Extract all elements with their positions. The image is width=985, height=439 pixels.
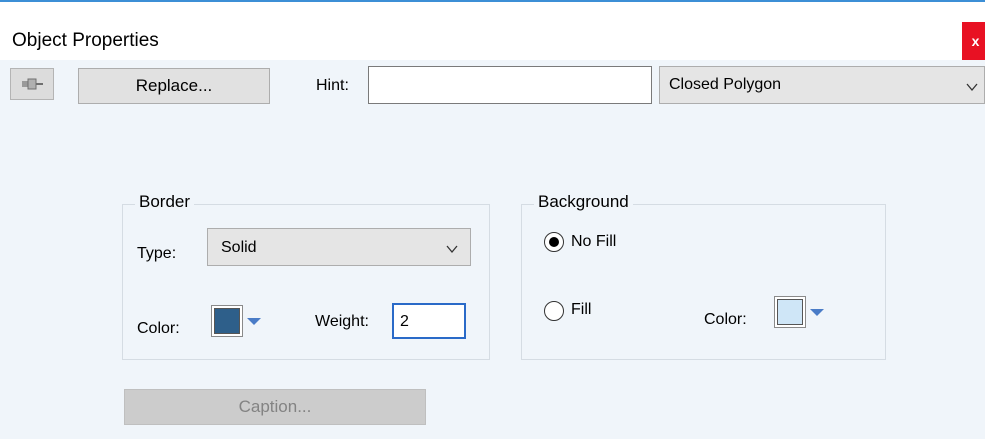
title-bar: Object Properties x [0, 2, 985, 62]
background-group [521, 204, 886, 360]
shape-type-value: Closed Polygon [669, 76, 782, 93]
chevron-down-icon [966, 83, 978, 92]
border-type-value: Solid [221, 239, 257, 256]
chevron-down-icon [446, 245, 458, 254]
window-title: Object Properties [12, 30, 159, 51]
dropdown-arrow-icon [810, 309, 824, 316]
border-color-picker[interactable] [211, 305, 261, 337]
dropdown-arrow-icon [247, 318, 261, 325]
background-color-fill [777, 299, 803, 325]
shape-type-dropdown[interactable]: Closed Polygon [659, 66, 985, 104]
border-type-dropdown[interactable]: Solid [207, 228, 471, 266]
border-color-swatch [211, 305, 243, 337]
background-color-picker[interactable] [774, 296, 824, 328]
weight-label: Weight: [315, 313, 369, 330]
background-color-label: Color: [704, 311, 747, 328]
background-group-title: Background [534, 192, 633, 212]
no-fill-radio[interactable] [544, 232, 564, 252]
weight-input[interactable]: 2 [392, 303, 466, 339]
caption-button[interactable]: Caption... [124, 389, 426, 425]
fill-label: Fill [571, 301, 592, 318]
close-button[interactable]: x [962, 22, 985, 62]
border-group-title: Border [135, 192, 195, 212]
no-fill-label: No Fill [571, 233, 617, 250]
border-color-fill [214, 308, 240, 334]
hint-input[interactable] [368, 66, 652, 104]
fill-radio[interactable] [544, 301, 564, 321]
pushpin-icon [22, 78, 43, 90]
pin-button[interactable] [10, 68, 54, 100]
replace-button[interactable]: Replace... [78, 68, 270, 104]
hint-label: Hint: [316, 77, 349, 94]
properties-panel: Replace... Hint: Closed Polygon Border T… [0, 60, 985, 439]
background-color-swatch [774, 296, 806, 328]
border-color-label: Color: [137, 320, 180, 337]
type-label: Type: [137, 245, 177, 262]
